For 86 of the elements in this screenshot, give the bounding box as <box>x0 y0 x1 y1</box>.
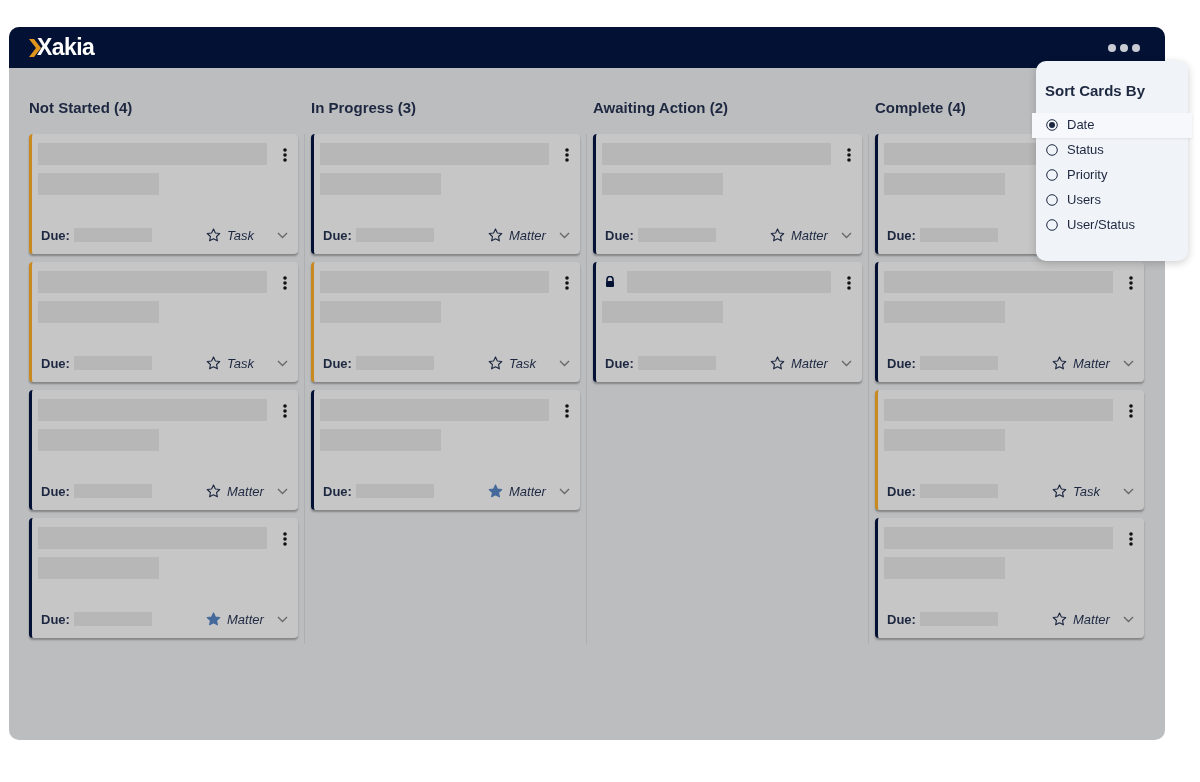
task-card[interactable]: Due: Matter <box>875 518 1144 638</box>
task-card[interactable]: Due: Matter <box>311 134 580 254</box>
card-type-label: Task <box>509 354 537 373</box>
radio-button[interactable] <box>1046 144 1058 156</box>
column-title: Awaiting Action (2) <box>593 98 728 118</box>
task-card[interactable]: Due: Matter <box>875 262 1144 382</box>
kebab-menu-icon[interactable] <box>565 404 569 418</box>
star-icon[interactable] <box>1052 612 1067 627</box>
more-icon[interactable] <box>1108 43 1140 52</box>
column-title: In Progress (3) <box>311 98 417 118</box>
star-icon[interactable] <box>206 612 221 627</box>
task-card[interactable]: Due: Matter <box>29 390 298 510</box>
task-card[interactable]: Due: Matter <box>311 390 580 510</box>
card-type-label: Matter <box>227 482 266 501</box>
logo: Xakia <box>37 36 95 59</box>
kebab-menu-icon[interactable] <box>283 148 287 162</box>
kebab-menu-icon[interactable] <box>565 148 569 162</box>
star-icon[interactable] <box>206 228 221 243</box>
chevron-down-icon[interactable] <box>277 615 288 623</box>
kebab-menu-icon[interactable] <box>847 148 851 162</box>
chevron-down-icon[interactable] <box>559 359 570 367</box>
task-card[interactable]: Due: Task <box>311 262 580 382</box>
chevron-down-icon[interactable] <box>559 487 570 495</box>
card-type-label: Task <box>227 226 255 245</box>
star-icon[interactable] <box>488 484 503 499</box>
due-label: Due: <box>605 354 634 373</box>
star-icon[interactable] <box>206 484 221 499</box>
task-card[interactable]: Due: Matter <box>593 134 862 254</box>
due-label: Due: <box>41 354 70 373</box>
due-label: Due: <box>41 226 70 245</box>
kebab-menu-icon[interactable] <box>283 276 287 290</box>
card-type-label: Task <box>1073 482 1101 501</box>
chevron-down-icon[interactable] <box>277 359 288 367</box>
radio-button[interactable] <box>1046 169 1058 181</box>
card-type-label: Task <box>227 354 255 373</box>
radio-button[interactable] <box>1046 219 1058 231</box>
due-label: Due: <box>605 226 634 245</box>
star-icon[interactable] <box>1052 484 1067 499</box>
card-type-label: Matter <box>509 482 548 501</box>
star-icon[interactable] <box>488 356 503 371</box>
card-type-label: Matter <box>1073 354 1112 373</box>
star-icon[interactable] <box>770 228 785 243</box>
due-label: Due: <box>41 610 70 629</box>
chevron-down-icon[interactable] <box>1123 487 1134 495</box>
due-label: Due: <box>887 482 916 501</box>
due-label: Due: <box>323 226 352 245</box>
kebab-menu-icon[interactable] <box>283 532 287 546</box>
kebab-menu-icon[interactable] <box>1129 532 1133 546</box>
card-type-label: Matter <box>509 226 548 245</box>
due-label: Due: <box>887 610 916 629</box>
task-card[interactable]: Due: Matter <box>29 518 298 638</box>
chevron-down-icon[interactable] <box>841 231 852 239</box>
card-type-label: Matter <box>791 226 830 245</box>
chevron-down-icon[interactable] <box>1123 359 1134 367</box>
task-card[interactable]: Due: Matter <box>593 262 862 382</box>
chevron-down-icon[interactable] <box>277 231 288 239</box>
task-card[interactable]: Due: Task <box>29 262 298 382</box>
menu-title: Sort Cards By <box>1045 81 1146 101</box>
column-title: Not Started (4) <box>29 98 133 118</box>
card-type-label: Matter <box>791 354 830 373</box>
card-type-label: Matter <box>1073 610 1112 629</box>
column-title: Complete (4) <box>875 98 966 118</box>
task-card[interactable]: Due: Task <box>29 134 298 254</box>
chevron-down-icon[interactable] <box>1123 615 1134 623</box>
star-icon[interactable] <box>770 356 785 371</box>
chevron-down-icon[interactable] <box>277 487 288 495</box>
radio-button[interactable] <box>1046 194 1058 206</box>
star-icon[interactable] <box>1052 356 1067 371</box>
kebab-menu-icon[interactable] <box>847 276 851 290</box>
chevron-down-icon[interactable] <box>841 359 852 367</box>
card-type-label: Matter <box>227 610 266 629</box>
due-label: Due: <box>887 354 916 373</box>
due-label: Due: <box>323 354 352 373</box>
radio-button[interactable] <box>1046 119 1058 131</box>
kebab-menu-icon[interactable] <box>283 404 287 418</box>
due-label: Due: <box>41 482 70 501</box>
due-label: Due: <box>887 226 916 245</box>
kebab-menu-icon[interactable] <box>1129 404 1133 418</box>
task-card[interactable]: Due: Task <box>875 390 1144 510</box>
star-icon[interactable] <box>488 228 503 243</box>
kebab-menu-icon[interactable] <box>1129 276 1133 290</box>
kebab-menu-icon[interactable] <box>565 276 569 290</box>
sort-option[interactable]: Date <box>1032 112 1192 138</box>
due-label: Due: <box>323 482 352 501</box>
star-icon[interactable] <box>206 356 221 371</box>
chevron-down-icon[interactable] <box>559 231 570 239</box>
